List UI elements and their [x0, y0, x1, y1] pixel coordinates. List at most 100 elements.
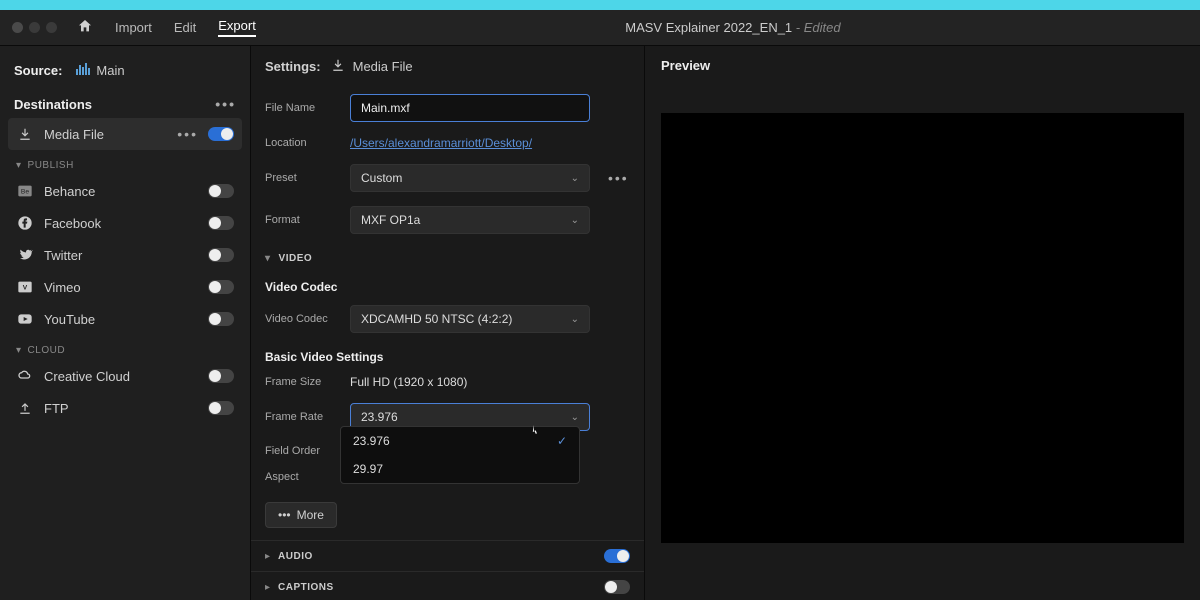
minimize-window-icon[interactable]	[29, 22, 40, 33]
window-controls[interactable]	[12, 22, 57, 33]
captions-toggle[interactable]	[604, 580, 630, 594]
cloud-section-header[interactable]: ▾ CLOUD	[8, 335, 242, 360]
video-codec-row: Video Codec XDCAMHD 50 NTSC (4:2:2) ⌄	[251, 298, 644, 340]
more-button[interactable]: ••• More	[265, 502, 337, 528]
svg-text:V: V	[23, 285, 28, 292]
file-name-input[interactable]	[350, 94, 590, 122]
tab-export[interactable]: Export	[218, 18, 256, 37]
source-row: Source: Main	[8, 56, 242, 90]
captions-section[interactable]: ▸ CAPTIONS	[251, 571, 644, 600]
chevron-down-icon: ⌄	[571, 314, 579, 325]
behance-icon: Be	[16, 182, 34, 200]
audio-section[interactable]: ▸ AUDIO	[251, 540, 644, 571]
destination-vimeo[interactable]: V Vimeo	[8, 271, 242, 303]
video-codec-title: Video Codec	[251, 270, 644, 298]
publish-section-header[interactable]: ▾ PUBLISH	[8, 150, 242, 175]
chevron-down-icon: ▾	[16, 345, 22, 356]
basic-video-title: Basic Video Settings	[251, 340, 644, 368]
facebook-toggle[interactable]	[208, 216, 234, 230]
preset-label: Preset	[265, 172, 340, 184]
settings-header-value: Media File	[353, 59, 413, 74]
chevron-down-icon: ▾	[265, 253, 271, 264]
media-file-more-icon[interactable]: •••	[177, 126, 198, 142]
frame-rate-row: Frame Rate 23.976 ⌄ 23.976 ✓ 29.97	[251, 396, 644, 438]
chevron-down-icon: ⌄	[571, 215, 579, 226]
frame-size-row: Frame Size Full HD (1920 x 1080)	[251, 368, 644, 396]
preview-viewport	[661, 113, 1184, 543]
file-name-label: File Name	[265, 102, 340, 114]
source-label: Source:	[14, 63, 62, 78]
chevron-down-icon: ▾	[16, 160, 22, 171]
main-toolbar: Import Edit Export MASV Explainer 2022_E…	[0, 10, 1200, 46]
chevron-down-icon: ⌄	[571, 173, 579, 184]
frame-rate-label: Frame Rate	[265, 411, 340, 423]
destination-creative-cloud[interactable]: Creative Cloud	[8, 360, 242, 392]
format-select[interactable]: MXF OP1a ⌄	[350, 206, 590, 234]
destination-youtube[interactable]: YouTube	[8, 303, 242, 335]
preset-more-icon[interactable]: •••	[608, 170, 629, 186]
destination-twitter[interactable]: Twitter	[8, 239, 242, 271]
facebook-icon	[16, 214, 34, 232]
media-file-label: Media File	[44, 127, 167, 142]
frame-rate-option-23976[interactable]: 23.976 ✓	[341, 427, 579, 455]
destination-ftp[interactable]: FTP	[8, 392, 242, 424]
preview-panel: Preview	[645, 46, 1200, 600]
media-file-toggle[interactable]	[208, 127, 234, 141]
check-icon: ✓	[557, 434, 567, 448]
format-label: Format	[265, 214, 340, 226]
frame-rate-option-2997[interactable]: 29.97	[341, 455, 579, 483]
aspect-label: Aspect	[265, 471, 340, 483]
format-row: Format MXF OP1a ⌄	[251, 199, 644, 241]
creative-cloud-icon	[16, 367, 34, 385]
tab-edit[interactable]: Edit	[174, 20, 196, 35]
preset-row: Preset Custom ⌄ •••	[251, 157, 644, 199]
video-section-header[interactable]: ▾ VIDEO	[251, 241, 644, 270]
preset-select[interactable]: Custom ⌄	[350, 164, 590, 192]
frame-size-value: Full HD (1920 x 1080)	[350, 375, 467, 389]
destination-media-file[interactable]: Media File •••	[8, 118, 242, 150]
top-accent-bar	[0, 0, 1200, 10]
youtube-toggle[interactable]	[208, 312, 234, 326]
upload-icon	[16, 399, 34, 417]
video-codec-select[interactable]: XDCAMHD 50 NTSC (4:2:2) ⌄	[350, 305, 590, 333]
maximize-window-icon[interactable]	[46, 22, 57, 33]
source-value: Main	[76, 62, 124, 78]
more-dots-icon: •••	[278, 508, 291, 522]
equalizer-icon	[76, 62, 90, 78]
close-window-icon[interactable]	[12, 22, 23, 33]
download-icon	[331, 58, 345, 75]
behance-toggle[interactable]	[208, 184, 234, 198]
audio-toggle[interactable]	[604, 549, 630, 563]
home-icon[interactable]	[77, 18, 93, 37]
settings-header: Settings: Media File	[251, 46, 644, 87]
vimeo-icon: V	[16, 278, 34, 296]
location-link[interactable]: /Users/alexandramarriott/Desktop/	[350, 136, 532, 150]
twitter-toggle[interactable]	[208, 248, 234, 262]
document-title: MASV Explainer 2022_EN_1 - Edited	[278, 20, 1188, 35]
youtube-icon	[16, 310, 34, 328]
edited-indicator: - Edited	[792, 20, 840, 35]
settings-label: Settings:	[265, 59, 321, 74]
svg-text:Be: Be	[21, 189, 29, 196]
frame-size-label: Frame Size	[265, 376, 340, 388]
tab-import[interactable]: Import	[115, 20, 152, 35]
chevron-right-icon: ▸	[265, 582, 270, 593]
destination-behance[interactable]: Be Behance	[8, 175, 242, 207]
video-codec-label: Video Codec	[265, 313, 340, 325]
left-sidebar: Source: Main Destinations ••• Media File…	[0, 46, 251, 600]
destinations-more-icon[interactable]: •••	[215, 96, 236, 112]
settings-panel: Settings: Media File File Name Location …	[251, 46, 645, 600]
destination-facebook[interactable]: Facebook	[8, 207, 242, 239]
chevron-down-icon: ⌄	[571, 412, 579, 423]
field-order-label: Field Order	[265, 445, 340, 457]
download-icon	[16, 125, 34, 143]
vimeo-toggle[interactable]	[208, 280, 234, 294]
destinations-label: Destinations	[14, 97, 92, 112]
location-row: Location /Users/alexandramarriott/Deskto…	[251, 129, 644, 157]
ftp-toggle[interactable]	[208, 401, 234, 415]
creative-cloud-toggle[interactable]	[208, 369, 234, 383]
frame-rate-dropdown: 23.976 ✓ 29.97	[340, 426, 580, 484]
twitter-icon	[16, 246, 34, 264]
chevron-right-icon: ▸	[265, 551, 270, 562]
file-name-row: File Name	[251, 87, 644, 129]
